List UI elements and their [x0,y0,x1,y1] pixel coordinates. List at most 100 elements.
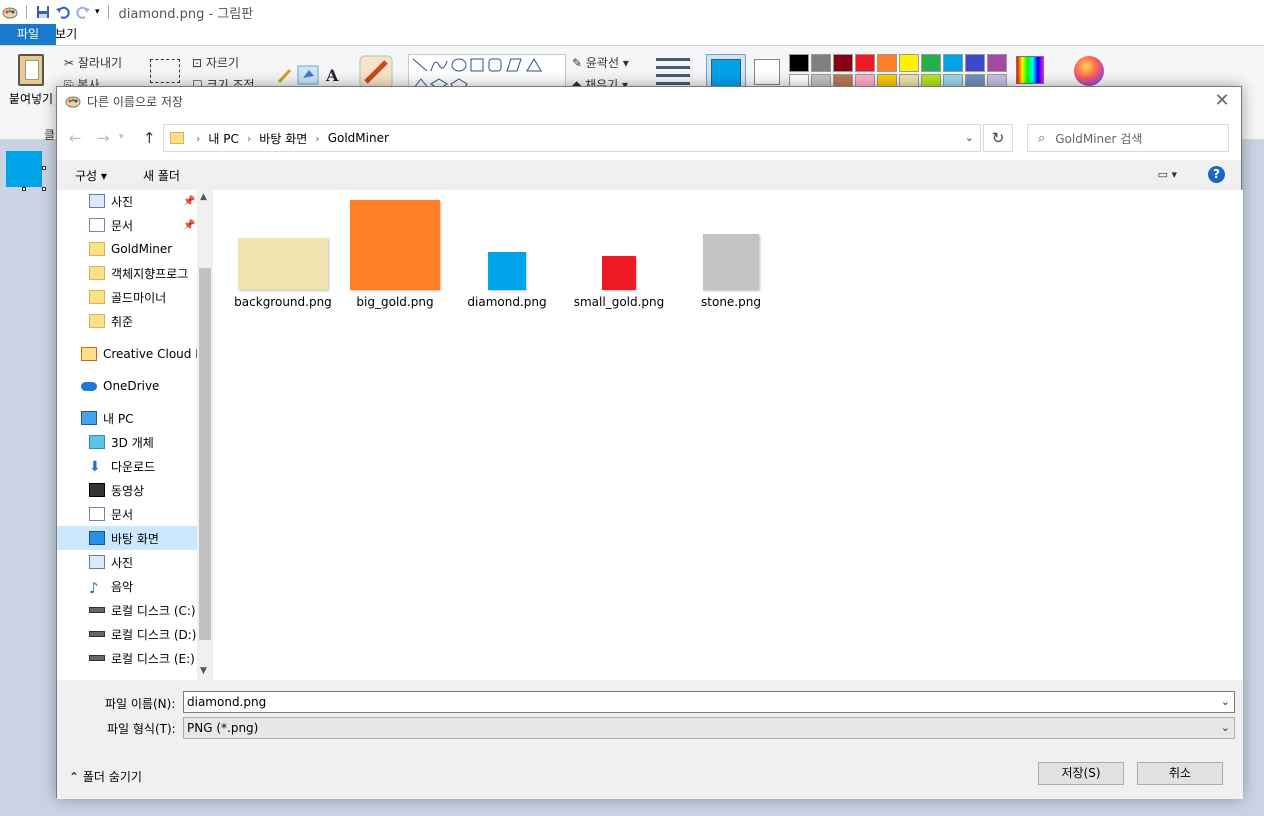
redo-icon[interactable] [75,4,91,20]
cut-button[interactable]: ✂ 잘라내기 [64,54,122,71]
canvas-image[interactable] [6,151,42,187]
nav-item-creative-cloud[interactable]: Creative Cloud Fil [57,342,213,366]
cancel-button[interactable]: 취소 [1137,762,1223,785]
address-bar[interactable]: › 내 PC › 바탕 화면 › GoldMiner ⌄ [163,124,981,152]
nav-item-quick[interactable]: 객체지향프로그 [57,261,213,285]
search-input[interactable]: ⌕ GoldMiner 검색 [1027,124,1229,152]
new-folder-button[interactable]: 새 폴더 [143,167,180,184]
pictures-icon [89,194,105,208]
scroll-up-icon[interactable]: ▲ [200,192,207,202]
back-icon[interactable]: ← [69,129,82,147]
resize-handle-corner[interactable] [42,187,46,191]
undo-icon[interactable] [55,4,71,20]
filetype-label: 파일 형식(T): [107,722,176,736]
folder-icon [89,314,105,328]
palette-swatch[interactable] [987,54,1007,72]
outline-button[interactable]: ✎ 윤곽선 ▾ [572,54,629,71]
close-icon[interactable]: ✕ [1211,91,1233,111]
select-tool[interactable] [150,59,180,83]
help-icon[interactable]: ? [1208,166,1225,183]
palette-swatch[interactable] [833,54,853,72]
hide-folders-label: 폴더 숨기기 [82,770,142,784]
nav-item-pc[interactable]: 로컬 디스크 (E:) [57,646,213,670]
tab-file[interactable]: 파일 [0,24,56,45]
quick-access-dropdown-icon[interactable]: ▾ [95,7,100,17]
resize-handle-right[interactable] [42,166,46,170]
paste-button[interactable]: 붙여넣기 [6,52,56,107]
chevron-up-icon: ⌃ [69,770,80,784]
3d-objects-icon [89,435,105,449]
outline-label: 윤곽선 [585,56,619,70]
dialog-title: 다른 이름으로 저장 [87,94,183,109]
search-placeholder: GoldMiner 검색 [1055,131,1143,146]
breadcrumb-goldminer[interactable]: GoldMiner [328,131,389,145]
chevron-right-icon[interactable]: › [247,132,251,145]
nav-item-pc[interactable]: 바탕 화면 [57,526,213,550]
chevron-down-icon[interactable]: ⌄ [1221,692,1230,712]
edit-colors-icon[interactable] [1016,56,1044,84]
nav-item-pc[interactable]: 로컬 디스크 (D:) [57,622,213,646]
nav-item-onedrive[interactable]: OneDrive [57,374,213,398]
nav-item-label: OneDrive [103,379,160,393]
nav-item-quick[interactable]: 사진 📌 [57,190,213,213]
nav-item-pc[interactable]: ⬇ 다운로드 [57,454,213,478]
up-icon[interactable]: ↑ [143,129,156,147]
nav-item-quick[interactable]: 취준 [57,309,213,333]
nav-item-this-pc[interactable]: 내 PC [57,406,213,430]
cloud-icon [81,381,97,391]
nav-item-quick[interactable]: GoldMiner [57,237,213,261]
breadcrumb-this-pc[interactable]: 내 PC [208,130,238,147]
nav-item-quick[interactable]: 골드마이너 [57,285,213,309]
palette-swatch[interactable] [899,54,919,72]
nav-item-pc[interactable]: 사진 [57,550,213,574]
filetype-value: PNG (*.png) [187,721,259,735]
filetype-select[interactable]: PNG (*.png) ⌄ [183,717,1235,739]
resize-handle-bottom[interactable] [22,187,26,191]
chevron-down-icon[interactable]: ⌄ [965,131,974,144]
filename-input[interactable]: diamond.png ⌄ [183,691,1235,713]
search-icon: ⌕ [1038,130,1046,146]
scroll-down-icon[interactable]: ▼ [200,666,207,676]
view-options-icon[interactable]: ▭ ▾ [1158,168,1177,181]
palette-swatch[interactable] [965,54,985,72]
chevron-down-icon[interactable]: ⌄ [1221,718,1230,738]
folder-icon [89,266,105,280]
file-thumbnail [238,238,328,290]
forward-icon[interactable]: → [97,129,110,147]
nav-item-quick[interactable]: 문서 📌 [57,213,213,237]
nav-item-pc[interactable]: ♪ 음악 [57,574,213,598]
nav-item-label: 음악 [111,579,134,594]
palette-swatch[interactable] [811,54,831,72]
fill-icon[interactable] [297,65,319,85]
pictures-icon [89,555,105,569]
brush-icon[interactable] [358,54,394,90]
chevron-right-icon[interactable]: › [196,132,200,145]
nav-scrollbar[interactable]: ▲ ▼ [197,190,213,680]
palette-swatch[interactable] [921,54,941,72]
organize-button[interactable]: 구성 ▾ [75,167,107,184]
nav-item-pc[interactable]: 문서 [57,502,213,526]
color2-button[interactable] [754,59,780,85]
scrollbar-thumb[interactable] [199,268,211,640]
nav-item-pc[interactable]: 3D 개체 [57,430,213,454]
palette-swatch[interactable] [789,54,809,72]
file-thumbnail [703,234,759,290]
chevron-right-icon[interactable]: › [315,132,319,145]
save-button[interactable]: 저장(S) [1038,762,1124,785]
file-thumbnail [350,200,440,290]
pencil-icon[interactable] [277,68,292,84]
nav-item-pc[interactable]: 동영상 [57,478,213,502]
palette-swatch[interactable] [943,54,963,72]
paint-3d-icon[interactable] [1074,56,1104,86]
recent-locations-icon[interactable]: ▾ [119,132,124,142]
palette-swatch[interactable] [855,54,875,72]
crop-button[interactable]: ⊡ 자르기 [192,54,239,71]
text-tool-icon[interactable]: A [325,66,339,85]
hide-folders-button[interactable]: ⌃ 폴더 숨기기 [69,768,142,785]
nav-item-label: 내 PC [103,411,134,426]
palette-swatch[interactable] [877,54,897,72]
save-icon[interactable] [35,4,51,20]
refresh-icon[interactable]: ↻ [983,124,1013,152]
breadcrumb-desktop[interactable]: 바탕 화면 [259,130,307,147]
nav-item-pc[interactable]: 로컬 디스크 (C:) [57,598,213,622]
